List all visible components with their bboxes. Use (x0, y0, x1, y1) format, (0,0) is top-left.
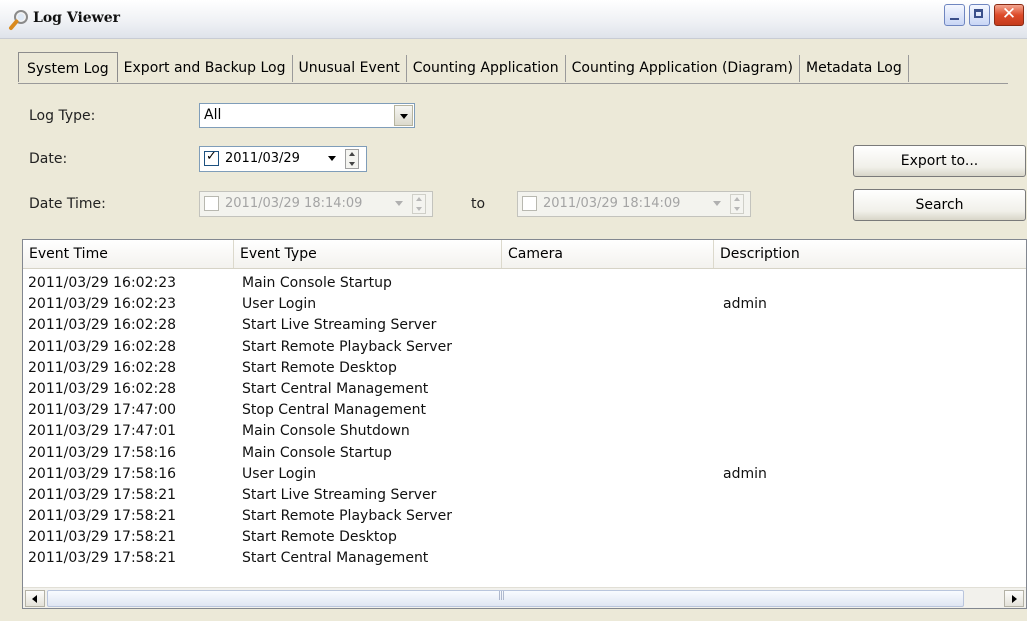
datetime-to-checkbox[interactable] (522, 196, 537, 211)
datetime-from-checkbox[interactable] (204, 196, 219, 211)
datetime-to-label: to (471, 196, 486, 212)
tab-strip: System Log Export and Backup Log Unusual… (18, 52, 909, 83)
column-header-event-type[interactable]: Event Type (234, 240, 502, 268)
tab-counting-application[interactable]: Counting Application (405, 55, 565, 82)
search-button[interactable]: Search (853, 189, 1026, 221)
cell-event-type: User Login (242, 465, 317, 482)
cell-event-type: Start Live Streaming Server (242, 486, 437, 503)
tab-counting-application-diagram[interactable]: Counting Application (Diagram) (564, 55, 799, 82)
event-log-table[interactable]: Event Time Event Type Camera Description… (22, 239, 1027, 609)
table-row[interactable]: 2011/03/29 17:58:16 Main Console Startup (23, 443, 1026, 464)
table-row[interactable]: 2011/03/29 16:02:28 Start Central Managem… (23, 379, 1026, 400)
log-type-select[interactable]: All (199, 103, 415, 128)
chevron-down-icon[interactable] (713, 201, 721, 206)
cell-event-time: 2011/03/29 16:02:28 (28, 317, 177, 334)
table-row[interactable]: 2011/03/29 17:58:21 Start Central Managem… (23, 548, 1026, 569)
chevron-down-icon[interactable] (328, 156, 336, 161)
maximize-icon[interactable] (969, 4, 990, 26)
cell-event-time: 2011/03/29 16:02:28 (28, 380, 177, 397)
cell-description: admin (723, 465, 767, 482)
log-viewer-window: Log Viewer ✕ System Log Export and Backu… (0, 0, 1027, 621)
export-to-button[interactable]: Export to... (853, 145, 1026, 177)
date-spinner[interactable] (345, 149, 359, 169)
cell-event-type: Main Console Shutdown (242, 423, 410, 440)
cell-event-time: 2011/03/29 17:58:21 (28, 550, 177, 567)
cell-event-time: 2011/03/29 16:02:28 (28, 359, 177, 376)
table-body: 2011/03/29 16:02:23 Main Console Startup 2… (23, 273, 1026, 570)
cell-event-type: Start Remote Desktop (242, 359, 397, 376)
table-row[interactable]: 2011/03/29 16:02:28 Start Remote Playback… (23, 337, 1026, 358)
scrollbar-thumb[interactable] (47, 590, 964, 607)
cell-event-time: 2011/03/29 16:02:23 (28, 296, 177, 313)
table-row[interactable]: 2011/03/29 17:58:21 Start Remote Playback… (23, 506, 1026, 527)
close-icon[interactable]: ✕ (994, 4, 1024, 26)
cell-event-type: Start Central Management (242, 550, 429, 567)
cell-event-time: 2011/03/29 17:58:21 (28, 508, 177, 525)
cell-event-time: 2011/03/29 17:47:01 (28, 423, 177, 440)
datetime-to-picker[interactable]: 2011/03/29 18:14:09 (517, 191, 751, 217)
tab-divider (18, 83, 1008, 84)
cell-event-type: Stop Central Management (242, 402, 426, 419)
arrow-right-icon[interactable] (1004, 590, 1024, 607)
column-header-event-time[interactable]: Event Time (23, 240, 234, 268)
chevron-down-icon[interactable] (395, 201, 403, 206)
tab-unusual-event[interactable]: Unusual Event (291, 55, 406, 82)
tab-metadata-log[interactable]: Metadata Log (799, 55, 909, 82)
tab-export-backup-log[interactable]: Export and Backup Log (118, 55, 292, 82)
cell-event-time: 2011/03/29 17:58:16 (28, 444, 177, 461)
date-label: Date: (29, 151, 68, 167)
cell-event-type: Start Remote Desktop (242, 529, 397, 546)
minimize-icon[interactable] (944, 4, 965, 26)
table-row[interactable]: 2011/03/29 16:02:23 User Login admin (23, 294, 1026, 315)
cell-event-time: 2011/03/29 16:02:28 (28, 338, 177, 355)
table-header: Event Time Event Type Camera Description (23, 240, 1026, 269)
cell-description: admin (723, 296, 767, 313)
cell-event-time: 2011/03/29 17:58:21 (28, 529, 177, 546)
window-title: Log Viewer (33, 10, 121, 26)
cell-event-time: 2011/03/29 17:58:21 (28, 486, 177, 503)
date-value: 2011/03/29 (225, 151, 300, 166)
table-row[interactable]: 2011/03/29 17:58:21 Start Live Streaming … (23, 485, 1026, 506)
datetime-from-picker[interactable]: 2011/03/29 18:14:09 (199, 191, 433, 217)
magnifier-icon (9, 10, 28, 30)
datetime-to-value: 2011/03/29 18:14:09 (543, 196, 681, 211)
chevron-down-icon[interactable] (394, 105, 413, 126)
cell-event-type: Start Remote Playback Server (242, 338, 452, 355)
table-row[interactable]: 2011/03/29 17:47:00 Stop Central Manageme… (23, 400, 1026, 421)
cell-event-type: Start Live Streaming Server (242, 317, 437, 334)
cell-event-type: Main Console Startup (242, 444, 392, 461)
table-row[interactable]: 2011/03/29 16:02:23 Main Console Startup (23, 273, 1026, 294)
column-header-description[interactable]: Description (714, 240, 1026, 268)
cell-event-type: User Login (242, 296, 317, 313)
table-row[interactable]: 2011/03/29 16:02:28 Start Remote Desktop (23, 358, 1026, 379)
log-type-label: Log Type: (29, 108, 96, 124)
table-row[interactable]: 2011/03/29 17:58:16 User Login admin (23, 464, 1026, 485)
title-bar[interactable]: Log Viewer ✕ (0, 0, 1027, 39)
table-row[interactable]: 2011/03/29 17:58:21 Start Remote Desktop (23, 527, 1026, 548)
column-header-camera[interactable]: Camera (502, 240, 714, 268)
cell-event-time: 2011/03/29 17:47:00 (28, 402, 177, 419)
table-row[interactable]: 2011/03/29 17:47:01 Main Console Shutdown (23, 421, 1026, 442)
arrow-left-icon[interactable] (25, 590, 45, 607)
cell-event-type: Start Central Management (242, 380, 429, 397)
date-enable-checkbox[interactable] (204, 149, 219, 166)
cell-event-time: 2011/03/29 16:02:23 (28, 275, 177, 291)
cell-event-type: Start Remote Playback Server (242, 508, 452, 525)
datetime-from-spinner[interactable] (412, 194, 426, 214)
cell-event-type: Main Console Startup (242, 275, 392, 291)
table-row[interactable]: 2011/03/29 16:02:28 Start Live Streaming … (23, 315, 1026, 336)
datetime-to-spinner[interactable] (730, 194, 744, 214)
datetime-from-value: 2011/03/29 18:14:09 (225, 196, 363, 211)
horizontal-scrollbar[interactable] (23, 587, 1026, 608)
log-type-value: All (204, 107, 222, 123)
date-picker[interactable]: 2011/03/29 (199, 146, 367, 172)
tab-system-log[interactable]: System Log (18, 52, 118, 82)
cell-event-time: 2011/03/29 17:58:16 (28, 465, 177, 482)
datetime-label: Date Time: (29, 196, 106, 212)
